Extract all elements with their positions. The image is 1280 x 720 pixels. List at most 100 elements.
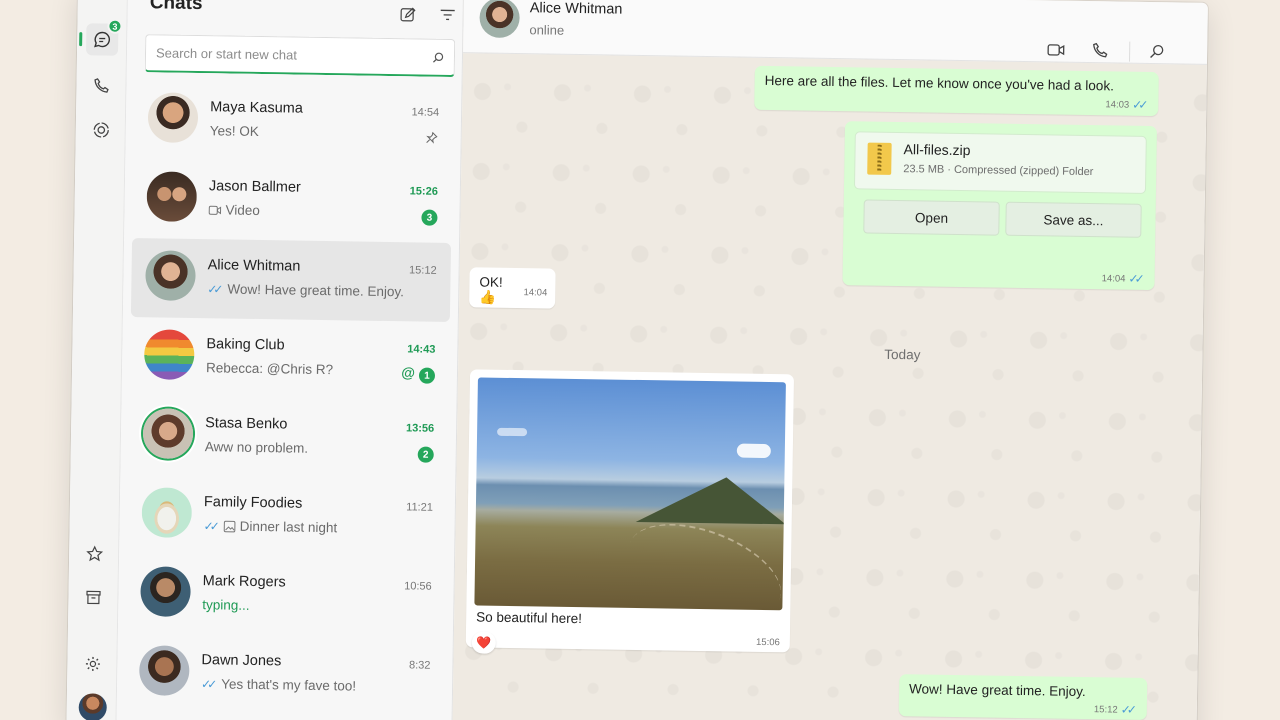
read-receipt-icon: ✓✓ (1132, 97, 1145, 112)
avatar (138, 645, 190, 696)
chat-row-jason-ballmer[interactable]: Jason Ballmer Video 15:26 3 (132, 159, 452, 243)
photo-caption: So beautiful here! (476, 609, 583, 627)
chat-name: Maya Kasuma (210, 99, 303, 117)
chat-name: Stasa Benko (205, 415, 288, 433)
star-icon (85, 545, 103, 561)
chat-preview-text: Yes! OK (209, 123, 259, 139)
message-meta: 15:12 ✓✓ (1094, 702, 1137, 717)
chat-preview: typing... (202, 597, 250, 613)
search-icon (432, 52, 444, 63)
message-time: 14:03 (1105, 98, 1130, 111)
save-as-button[interactable]: Save as... (1005, 201, 1142, 238)
contact-name[interactable]: Alice Whitman (530, 0, 623, 17)
filter-button[interactable] (437, 5, 457, 25)
chat-time: 15:12 (409, 264, 437, 277)
avatar (146, 171, 198, 223)
contact-avatar[interactable] (479, 0, 520, 39)
message-incoming[interactable]: OK! 👍 14:04 (469, 267, 556, 309)
message-outgoing[interactable]: Here are all the files. Let me know once… (754, 65, 1159, 117)
chat-time: 14:43 (407, 343, 436, 356)
chat-name: Mark Rogers (202, 573, 286, 591)
message-time: 14:04 (523, 287, 548, 299)
date-separator: Today (884, 346, 921, 363)
new-chat-button[interactable] (397, 4, 417, 24)
read-receipt-icon: ✓✓ (207, 281, 220, 296)
chat-row-stasa-benko[interactable]: Stasa Benko Aww no problem. 13:56 2 (128, 396, 448, 480)
voice-call-button[interactable] (1089, 39, 1111, 61)
chat-preview: ✓✓ Dinner last night (203, 518, 337, 536)
chat-preview-text: typing... (202, 597, 250, 613)
avatar (140, 566, 191, 617)
video-call-button[interactable] (1045, 38, 1067, 60)
message-text: Wow! Have great time. Enjoy. (909, 681, 1086, 700)
chat-row-family-foodies[interactable]: Family Foodies ✓✓ Dinner last night 11:2… (127, 475, 447, 559)
message-text: OK! 👍 (479, 274, 503, 305)
message-time: 15:12 (1093, 703, 1118, 716)
chats-nav-button[interactable]: 3 (85, 18, 123, 56)
conversation-panel: Alice Whitman online Here are all the fi… (452, 0, 1208, 720)
avatar (142, 408, 194, 459)
open-file-button[interactable]: Open (863, 199, 1000, 236)
chat-preview-text: Yes that's my fave too! (221, 676, 357, 694)
starred-nav-button[interactable] (78, 537, 110, 569)
chat-name: Family Foodies (203, 494, 303, 512)
chat-preview-text: Video (225, 202, 260, 219)
message-meta: 14:04 ✓✓ (1102, 271, 1145, 286)
stage: 3 Chats Search or start new chat Maya Ka… (0, 0, 1280, 720)
chat-name: Alice Whitman (207, 257, 301, 275)
avatar (147, 92, 199, 144)
chat-preview-text: Wow! Have great time. Enjoy. (227, 281, 405, 300)
archive-icon (86, 590, 101, 605)
search-box (144, 34, 456, 78)
search-input[interactable] (155, 45, 433, 65)
chat-time: 14:54 (411, 106, 440, 119)
pin-icon (426, 131, 438, 149)
chat-row-baking-club[interactable]: Baking Club Rebecca: @Chris R? 14:43 @ 1 (130, 317, 450, 401)
video-camera-icon (1047, 43, 1065, 56)
landscape-photo[interactable] (474, 377, 786, 611)
message-text: Here are all the files. Let me know once… (764, 72, 1115, 94)
chat-preview-text: Aww no problem. (204, 439, 309, 456)
search-icon (1149, 44, 1163, 58)
conversation-header: Alice Whitman online (463, 0, 1208, 65)
search-chat-button[interactable] (1145, 40, 1167, 62)
status-ring-icon (93, 121, 109, 138)
message-meta: 14:03 ✓✓ (1105, 97, 1148, 112)
profile-avatar[interactable] (78, 693, 107, 720)
phone-icon (94, 78, 109, 93)
calls-nav-button[interactable] (85, 69, 117, 101)
archived-nav-button[interactable] (77, 581, 109, 613)
file-meta: 23.5 MB · Compressed (zipped) Folder (903, 163, 1094, 179)
chat-preview: Yes! OK (210, 123, 259, 139)
chats-unread-badge: 3 (107, 18, 123, 34)
chat-name: Jason Ballmer (208, 178, 301, 196)
chat-time: 15:26 (409, 185, 438, 198)
chat-rows: Maya Kasuma Yes! OK 14:54 Jason Ballmer … (117, 80, 462, 717)
compose-icon (399, 7, 416, 21)
avatar (143, 329, 195, 380)
read-receipt-icon: ✓✓ (201, 676, 214, 691)
chat-preview: Video (208, 202, 260, 218)
settings-nav-button[interactable] (76, 647, 108, 679)
app-window: 3 Chats Search or start new chat Maya Ka… (66, 0, 1208, 720)
message-outgoing[interactable]: Wow! Have great time. Enjoy. 15:12 ✓✓ (898, 674, 1148, 720)
file-attachment[interactable]: All-files.zip 23.5 MB · Compressed (zipp… (853, 131, 1147, 194)
message-time: 14:04 (1101, 272, 1126, 285)
heart-reaction[interactable]: ❤️ (471, 631, 496, 654)
avatar (141, 487, 193, 538)
message-photo[interactable]: So beautiful here! 15:06 ❤️ (465, 369, 795, 654)
mountain (635, 475, 786, 525)
chat-preview: ✓✓ Yes that's my fave too! (201, 676, 356, 693)
video-icon (208, 205, 222, 215)
unread-badge: 1 (418, 367, 436, 384)
status-nav-button[interactable] (85, 113, 117, 145)
menu-button[interactable] (87, 0, 119, 10)
gear-icon (85, 656, 100, 671)
chats-title: Chats (149, 0, 203, 15)
read-receipt-icon: ✓✓ (1120, 702, 1133, 717)
mention-indicator: @ (401, 364, 416, 381)
chat-row-alice-whitman[interactable]: Alice Whitman ✓✓ Wow! Have great time. E… (130, 238, 452, 323)
chat-row-mark-rogers[interactable]: Mark Rogers typing... 10:56 (126, 554, 446, 638)
chat-row-maya-kasuma[interactable]: Maya Kasuma Yes! OK 14:54 (133, 80, 453, 164)
chat-row-dawn-jones[interactable]: Dawn Jones ✓✓ Yes that's my fave too! 8:… (125, 633, 445, 717)
